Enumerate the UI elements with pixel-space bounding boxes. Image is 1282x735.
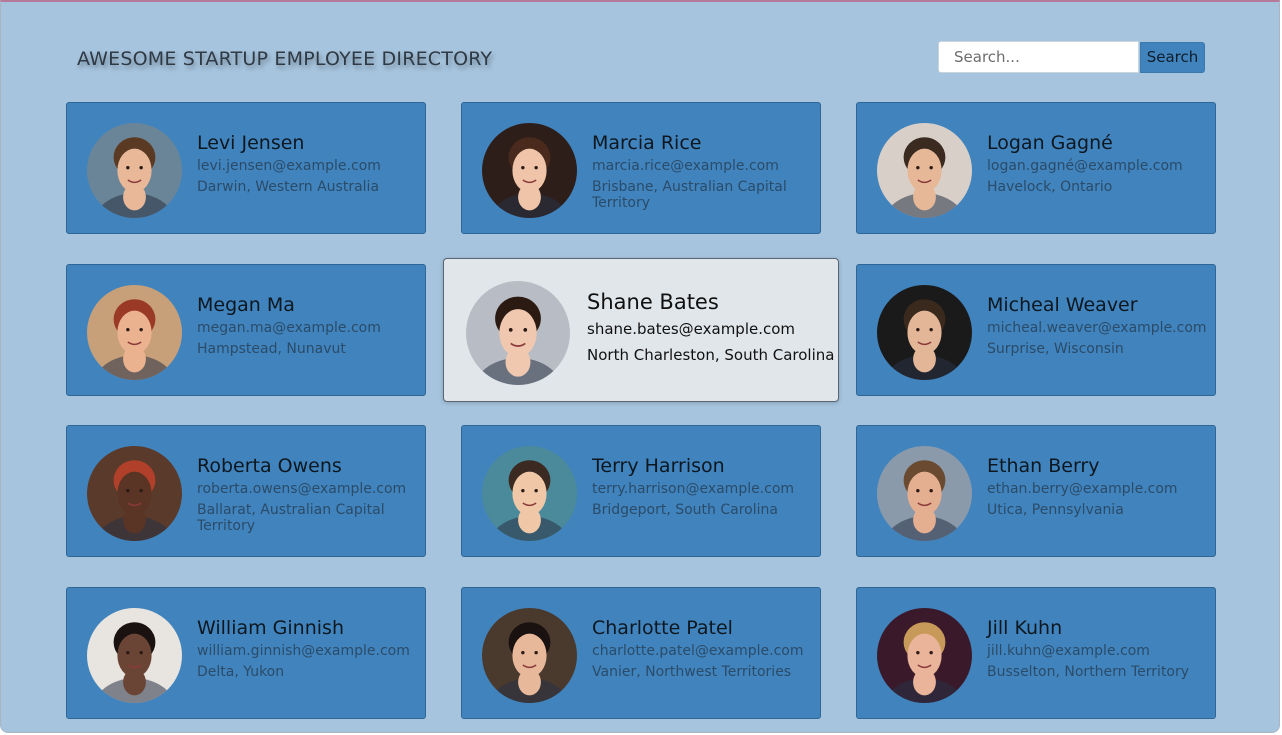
employee-email: roberta.owens@example.com	[197, 481, 407, 497]
employee-card[interactable]: Charlotte Patel charlotte.patel@example.c…	[461, 587, 821, 719]
employee-avatar	[877, 446, 972, 541]
employee-avatar	[877, 123, 972, 218]
employee-email: terry.harrison@example.com	[592, 481, 795, 497]
employee-location: Ballarat, Australian Capital Territory	[197, 502, 385, 534]
employee-name: Megan Ma	[197, 294, 295, 316]
employee-avatar	[482, 123, 577, 218]
employee-email: micheal.weaver@example.com	[987, 320, 1207, 336]
employee-card[interactable]: Terry Harrison terry.harrison@example.com…	[461, 425, 821, 557]
employee-info: Micheal Weaver micheal.weaver@example.com…	[987, 293, 1207, 357]
employee-avatar	[877, 608, 972, 703]
employee-card[interactable]: Shane Bates shane.bates@example.com North …	[443, 258, 839, 402]
employee-card[interactable]: Ethan Berry ethan.berry@example.com Utica,…	[856, 425, 1216, 557]
employee-info: Ethan Berry ethan.berry@example.com Utica,…	[987, 454, 1205, 518]
page-title: AWESOME STARTUP EMPLOYEE DIRECTORY	[77, 48, 493, 70]
employee-email: logan.gagné@example.com	[987, 158, 1183, 174]
employee-name: Micheal Weaver	[987, 294, 1138, 316]
employee-info: Marcia Rice marcia.rice@example.com Brisba…	[592, 131, 810, 211]
employee-location: North Charleston, South Carolina	[587, 346, 835, 364]
employee-location: Vanier, Northwest Territories	[592, 664, 792, 680]
employee-info: Shane Bates shane.bates@example.com North …	[587, 289, 835, 364]
employee-avatar	[466, 281, 570, 385]
employee-info: Megan Ma megan.ma@example.com Hampstead, N…	[197, 293, 415, 357]
employee-email: ethan.berry@example.com	[987, 481, 1178, 497]
directory-page: AWESOME STARTUP EMPLOYEE DIRECTORY Searc…	[0, 0, 1280, 733]
employee-info: Logan Gagné logan.gagné@example.com Havelo…	[987, 131, 1205, 195]
employee-info: Terry Harrison terry.harrison@example.com…	[592, 454, 810, 518]
employee-card[interactable]: Logan Gagné logan.gagné@example.com Havelo…	[856, 102, 1216, 234]
search-button[interactable]: Search	[1140, 41, 1205, 73]
employee-info: William Ginnish william.ginnish@example.c…	[197, 616, 415, 680]
employee-location: Surprise, Wisconsin	[987, 341, 1124, 357]
search-input[interactable]	[938, 41, 1139, 73]
employee-info: Jill Kuhn jill.kuhn@example.com Busselton,…	[987, 616, 1205, 680]
employee-avatar	[87, 608, 182, 703]
employee-info: Roberta Owens roberta.owens@example.com Ba…	[197, 454, 415, 534]
employee-avatar	[482, 446, 577, 541]
employee-location: Utica, Pennsylvania	[987, 502, 1124, 518]
employee-avatar	[482, 608, 577, 703]
employee-avatar	[877, 285, 972, 380]
employee-email: william.ginnish@example.com	[197, 643, 410, 659]
employee-name: Logan Gagné	[987, 132, 1113, 154]
employee-location: Brisbane, Australian Capital Territory	[592, 179, 787, 211]
employee-card[interactable]: Marcia Rice marcia.rice@example.com Brisba…	[461, 102, 821, 234]
employee-email: megan.ma@example.com	[197, 320, 381, 336]
search-form: Search	[938, 41, 1205, 73]
employee-avatar	[87, 446, 182, 541]
employee-info: Charlotte Patel charlotte.patel@example.c…	[592, 616, 810, 680]
employee-location: Havelock, Ontario	[987, 179, 1113, 195]
employee-name: Ethan Berry	[987, 455, 1100, 477]
employee-name: Levi Jensen	[197, 132, 305, 154]
employee-location: Darwin, Western Australia	[197, 179, 380, 195]
employee-name: Charlotte Patel	[592, 617, 733, 639]
employee-info: Levi Jensen levi.jensen@example.com Darwin…	[197, 131, 415, 195]
employee-card[interactable]: William Ginnish william.ginnish@example.c…	[66, 587, 426, 719]
employee-card[interactable]: Levi Jensen levi.jensen@example.com Darwin…	[66, 102, 426, 234]
employee-name: Jill Kuhn	[987, 617, 1063, 639]
employee-name: Terry Harrison	[592, 455, 725, 477]
employee-name: William Ginnish	[197, 617, 344, 639]
employee-location: Bridgeport, South Carolina	[592, 502, 778, 518]
employee-location: Delta, Yukon	[197, 664, 285, 680]
employee-location: Busselton, Northern Territory	[987, 664, 1190, 680]
employee-location: Hampstead, Nunavut	[197, 341, 346, 357]
employee-email: jill.kuhn@example.com	[987, 643, 1150, 659]
employee-card[interactable]: Micheal Weaver micheal.weaver@example.com…	[856, 264, 1216, 396]
employee-email: shane.bates@example.com	[587, 320, 796, 338]
employee-avatar	[87, 123, 182, 218]
employee-card[interactable]: Jill Kuhn jill.kuhn@example.com Busselton,…	[856, 587, 1216, 719]
employee-card[interactable]: Roberta Owens roberta.owens@example.com Ba…	[66, 425, 426, 557]
employee-name: Shane Bates	[587, 290, 719, 314]
employee-email: charlotte.patel@example.com	[592, 643, 804, 659]
employee-name: Roberta Owens	[197, 455, 342, 477]
employee-avatar	[87, 285, 182, 380]
employee-name: Marcia Rice	[592, 132, 702, 154]
employee-email: levi.jensen@example.com	[197, 158, 381, 174]
employee-email: marcia.rice@example.com	[592, 158, 779, 174]
employee-card[interactable]: Megan Ma megan.ma@example.com Hampstead, N…	[66, 264, 426, 396]
